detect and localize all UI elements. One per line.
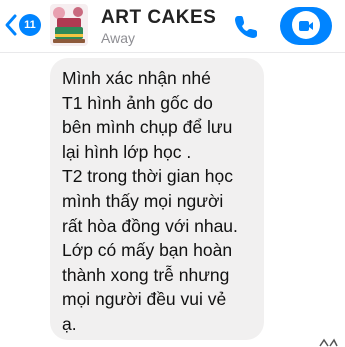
back-chevron-icon[interactable]	[3, 13, 19, 37]
message-line: mọi người đều vui vẻ	[62, 289, 227, 310]
video-call-button[interactable]	[280, 7, 332, 45]
partial-logo-icon	[319, 338, 338, 347]
phone-icon[interactable]	[231, 12, 261, 42]
chat-header: 11 ART CAKES Away	[0, 0, 345, 53]
message-line: T1 hình ảnh gốc do	[62, 92, 213, 113]
message-line: ạ.	[62, 313, 77, 334]
message-line: lại hình lớp học .	[62, 141, 192, 162]
contact-status: Away	[101, 30, 135, 46]
avatar[interactable]	[50, 4, 88, 46]
message-line: rất hòa đồng với nhau.	[62, 215, 238, 236]
message-line: Lớp có mấy bạn hoàn	[62, 240, 233, 261]
message-text: Mình xác nhận nhé T1 hình ảnh gốc do bên…	[50, 58, 264, 337]
message-line: Mình xác nhận nhé	[62, 68, 211, 88]
video-camera-icon	[299, 21, 313, 31]
unread-count-badge[interactable]: 11	[19, 14, 41, 36]
message-line: T2 trong thời gian học	[62, 166, 234, 187]
message-bubble[interactable]: Mình xác nhận nhé T1 hình ảnh gốc do bên…	[50, 58, 264, 340]
message-line: mình thấy mọi người	[62, 190, 224, 211]
message-line: bên mình chụp để lưu	[62, 117, 233, 138]
contact-name[interactable]: ART CAKES	[101, 7, 216, 29]
message-line: thành xong trễ nhưng	[62, 264, 230, 285]
